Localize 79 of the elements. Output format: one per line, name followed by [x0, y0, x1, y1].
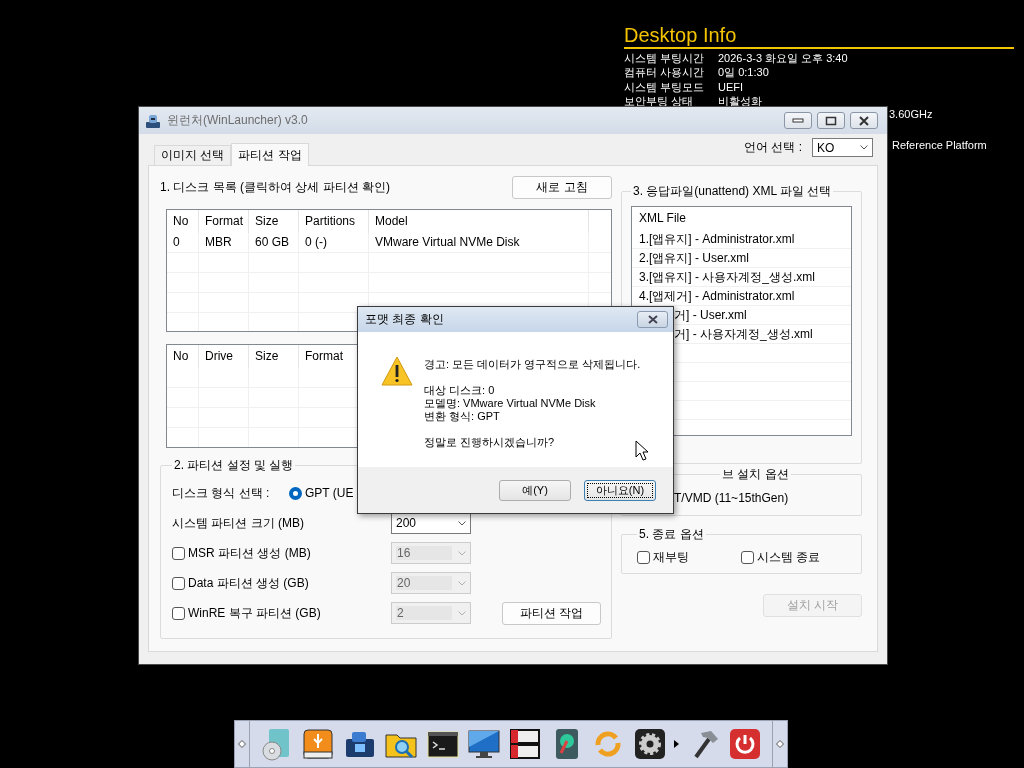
caret-icon — [458, 520, 466, 526]
info-label: 보안부팅 상태 — [624, 93, 695, 109]
dialog-text: 대상 디스크: 0 — [424, 384, 496, 397]
info-label: 시스템 부팅모드 — [624, 79, 706, 94]
column-header: Format — [199, 210, 249, 233]
app-icon — [145, 112, 161, 129]
radio-button[interactable]: GPT (UE — [289, 486, 354, 500]
drive-stack-icon[interactable] — [508, 727, 543, 761]
group-title: 3. 응답파일(unattend) XML 파일 선택 — [632, 183, 833, 200]
dialog-text: 변환 형식: GPT — [424, 410, 501, 423]
dialog-button[interactable]: 예(Y) — [499, 479, 571, 501]
info-value: Reference Platform — [892, 139, 987, 151]
dialog-text: 모델명: VMware Virtual NVMe Disk — [424, 397, 597, 410]
close-button[interactable] — [637, 311, 668, 328]
info-value: 비활성화 — [718, 93, 762, 109]
checkbox[interactable]: 재부팅 — [637, 549, 741, 566]
dialog-text: 정말로 진행하시겠습니까? — [424, 436, 556, 449]
grip-icon[interactable] — [776, 740, 784, 748]
close-button[interactable] — [850, 112, 878, 129]
caret-icon — [458, 580, 466, 586]
list-item[interactable]: 3.[앱유지] - 사용자계정_생성.xml — [632, 268, 851, 287]
caret-icon — [860, 145, 868, 150]
partition-button[interactable]: 파티션 작업 — [502, 601, 601, 625]
group-title: 브 설치 옵션 — [721, 466, 790, 483]
window-title: 윈런처(WinLauncher) v3.0 — [167, 112, 308, 129]
refresh-button[interactable]: 새로 고침 — [512, 176, 612, 199]
caret-icon — [458, 550, 466, 556]
info-label: 시스템 부팅시간 — [624, 51, 706, 66]
dropdown-field[interactable]: 200 — [391, 512, 471, 534]
cursor-icon — [635, 440, 649, 462]
column-header: No — [167, 345, 199, 368]
minimize-icon — [792, 117, 804, 124]
table-cell: 0 — [167, 233, 199, 252]
list-item[interactable]: 2.[앱유지] - User.xml — [632, 249, 851, 268]
close-icon — [646, 315, 659, 324]
caret-icon — [458, 610, 466, 616]
field-label: 시스템 파티션 크기 (MB) — [172, 514, 305, 532]
group-title: 5. 종료 옵션 — [638, 526, 705, 543]
column-header: No — [167, 210, 199, 233]
column-header: Size — [249, 345, 299, 368]
column-header: Model — [369, 210, 589, 233]
column-header: Size — [249, 210, 299, 233]
column-header: XML File — [638, 210, 687, 227]
language-label: 언어 선택 : — [744, 139, 802, 156]
info-value: 0일 0:1:30 — [718, 65, 769, 80]
info-value: 3.60GHz — [889, 108, 933, 120]
language-select[interactable]: KO — [812, 138, 873, 157]
warning-icon — [381, 356, 413, 386]
section-title: 1. 디스크 목록 (클릭하여 상세 파티션 확인) — [160, 179, 390, 196]
field-label: 디스크 형식 선택 : — [172, 484, 271, 502]
minimize-button[interactable] — [784, 112, 812, 129]
dialog-text: 경고: 모든 데이터가 영구적으로 삭제됩니다. — [424, 358, 641, 371]
grip-icon[interactable] — [238, 740, 246, 748]
maximize-button[interactable] — [817, 112, 845, 129]
desktop-info-title: Desktop Info — [624, 24, 737, 47]
table-cell: 0 (-) — [299, 233, 369, 252]
gear-icon[interactable] — [632, 727, 667, 761]
group-title: 2. 파티션 설정 및 실행 — [173, 457, 295, 474]
dialog-button[interactable]: 아니요(N) — [584, 479, 656, 501]
caret-icon[interactable] — [674, 740, 680, 748]
info-value: 2026-3-3 화요일 오후 3:40 — [718, 51, 848, 66]
table-cell: VMware Virtual NVMe Disk — [369, 233, 589, 252]
tab[interactable]: 파티션 작업 — [231, 143, 309, 166]
usb-drive-icon[interactable] — [301, 727, 336, 761]
column-header: Drive — [199, 345, 249, 368]
table-cell: 60 GB — [249, 233, 299, 252]
close-icon — [858, 115, 870, 126]
dialog-title: 포맷 최종 확인 — [365, 311, 444, 328]
maximize-icon — [825, 115, 837, 126]
table-cell: MBR — [199, 233, 249, 252]
info-label: 컴퓨터 사용시간 — [624, 65, 706, 80]
info-value: UEFI — [718, 79, 744, 94]
power-icon[interactable] — [728, 727, 763, 761]
tab[interactable]: 이미지 선택 — [154, 145, 232, 165]
checkbox[interactable]: 시스템 종료 — [741, 549, 845, 566]
column-header: Partitions — [299, 210, 369, 233]
list-item[interactable]: 1.[앱유지] - Administrator.xml — [632, 230, 851, 249]
option-label: T/VMD (11~15thGen) — [674, 491, 789, 505]
monitor-icon[interactable] — [467, 727, 501, 761]
